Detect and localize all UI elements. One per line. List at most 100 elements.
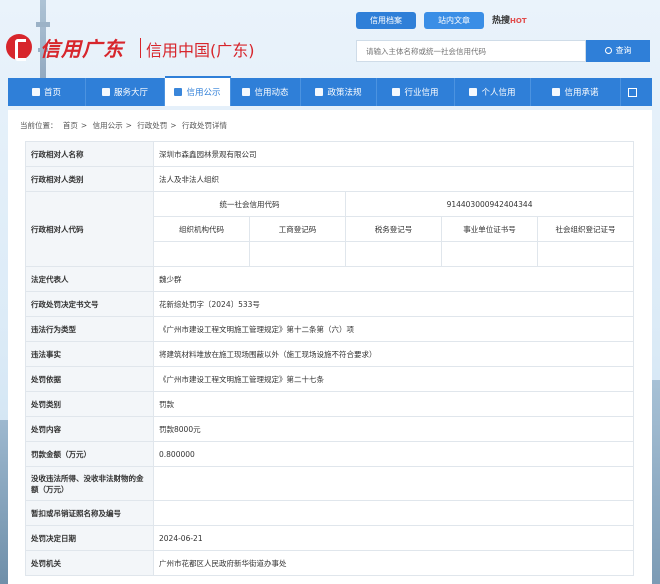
breadcrumb-prefix: 当前位置： [20, 121, 58, 130]
breadcrumb-separator: > [80, 121, 88, 130]
penalty-category-value: 罚款 [152, 391, 635, 417]
search-box [356, 40, 586, 62]
nav-label: 首页 [43, 88, 61, 98]
field-label: 行政相对人名称 [25, 141, 154, 167]
logo-divider [140, 38, 141, 58]
main-nav: 首页 服务大厅 信用公示 信用动态 政策法规 行业信用 个人信用 信用承诺 [8, 76, 652, 106]
biz-reg-value [249, 241, 346, 267]
decision-doc-no-value: 花新综处罚字〔2024〕533号 [152, 291, 635, 317]
violation-type-value: 《广州市建设工程文明施工管理规定》第十二条第（六）项 [152, 316, 635, 342]
breadcrumb-link-penalty[interactable]: 行政处罚 [137, 121, 167, 130]
penalty-basis-value: 《广州市建设工程文明施工管理规定》第二十七条 [152, 366, 635, 392]
table-row: 违法行为类型 《广州市建设工程文明施工管理规定》第十二条第（六）项 [25, 316, 635, 342]
table-row: 处罚决定日期 2024-06-21 [25, 525, 635, 551]
document-icon [174, 88, 183, 96]
search-icon [604, 47, 612, 54]
table-row: 行政相对人类别 法人及非法人组织 [25, 166, 635, 192]
field-label: 处罚机关 [25, 550, 154, 576]
subject-type-value: 法人及非法人组织 [152, 166, 635, 192]
field-label: 行政相对人代码 [25, 191, 154, 267]
nav-item-policies[interactable]: 政策法规 [301, 78, 377, 106]
logo-title[interactable]: 信用中国(广东) [146, 37, 255, 61]
table-row: 行政处罚决定书文号 花新综处罚字〔2024〕533号 [25, 291, 635, 317]
search-button-label: 查询 [615, 46, 632, 55]
table-row: 处罚类别 罚款 [25, 391, 635, 417]
user-icon [469, 88, 478, 96]
table-row: 法定代表人 魏少群 [25, 266, 635, 292]
field-label: 处罚类别 [25, 391, 154, 417]
legal-rep-value: 魏少群 [152, 266, 635, 292]
logo-icon[interactable] [6, 34, 32, 61]
field-label: 行政相对人类别 [25, 166, 154, 192]
confiscation-amount-value [152, 466, 635, 501]
decision-date-value: 2024-06-21 [152, 525, 635, 551]
field-label: 处罚决定日期 [25, 525, 154, 551]
hot-search-label: 热搜 [492, 16, 511, 26]
inst-cert-value [441, 241, 538, 267]
site-header: 信用广东 信用中国(广东) 信用档案 站内文章 热搜HOT 查询 [0, 0, 660, 78]
content-panel: 当前位置： 首页 > 信用公示 > 行政处罚 > 行政处罚详情 行政相对人名称 深圳市… [8, 110, 652, 584]
field-label: 违法事实 [25, 341, 154, 367]
tax-reg-value [345, 241, 442, 267]
tab-site-articles[interactable]: 站内文章 [424, 12, 484, 29]
grid-icon [101, 88, 110, 96]
subject-name-value: 深圳市森鑫园林景观有限公司 [152, 141, 635, 167]
breadcrumb-link-credit-publicity[interactable]: 信用公示 [93, 121, 123, 130]
nav-item-industry-credit[interactable]: 行业信用 [377, 78, 455, 106]
nav-label: 信用承诺 [564, 88, 599, 98]
nav-label: 行业信用 [404, 88, 439, 98]
field-label: 暂扣或吊销证照名称及编号 [25, 500, 154, 526]
hot-search-link[interactable]: 热搜HOT [492, 13, 527, 26]
table-row: 违法事实 将建筑材料堆放在施工现场围蔽以外（施工现场设施不符合要求） [25, 341, 635, 367]
breadcrumb-separator: > [170, 121, 177, 130]
book-icon [315, 88, 324, 96]
table-row: 行政相对人代码 统一社会信用代码 914403000942404344 [25, 191, 635, 267]
uscc-value: 914403000942404344 [344, 191, 635, 217]
nav-item-credit-publicity[interactable]: 信用公示 [165, 76, 231, 106]
penalty-authority-value: 广州市花都区人民政府新华街道办事处 [152, 550, 635, 576]
breadcrumb-link-home[interactable]: 首页 [63, 121, 78, 130]
nav-expand-button[interactable] [621, 78, 643, 106]
logo-script[interactable]: 信用广东 [40, 33, 124, 62]
org-code-label: 组织机构代码 [153, 216, 250, 242]
social-org-value [536, 241, 635, 267]
org-code-value [153, 241, 250, 267]
nav-item-service-hall[interactable]: 服务大厅 [86, 78, 165, 106]
field-label: 行政处罚决定书文号 [25, 291, 154, 317]
shield-icon [552, 88, 561, 96]
table-row: 处罚机关 广州市花都区人民政府新华街道办事处 [25, 550, 635, 576]
nav-item-personal-credit[interactable]: 个人信用 [455, 78, 531, 106]
nav-label: 个人信用 [481, 88, 516, 98]
breadcrumb-separator: > [125, 121, 132, 130]
search-button[interactable]: 查询 [586, 40, 650, 62]
penalty-detail-table: 行政相对人名称 深圳市森鑫园林景观有限公司 行政相对人类别 法人及非法人组织 行… [25, 141, 635, 576]
field-label: 法定代表人 [25, 266, 154, 292]
table-row: 处罚依据 《广州市建设工程文明施工管理规定》第二十七条 [25, 366, 635, 392]
penalty-content-value: 罚款8000元 [152, 416, 635, 442]
field-label: 罚款金额（万元） [25, 441, 154, 467]
tax-reg-label: 税务登记号 [345, 216, 442, 242]
social-org-label: 社会组织登记证号 [536, 216, 635, 242]
search-mode-tabs: 信用档案 站内文章 [356, 12, 484, 29]
table-row: 行政相对人名称 深圳市森鑫园林景观有限公司 [25, 141, 635, 167]
license-revoke-value [152, 500, 635, 526]
fine-amount-value: 0.800000 [152, 441, 635, 467]
home-icon [31, 88, 40, 96]
nav-item-credit-commitment[interactable]: 信用承诺 [531, 78, 621, 106]
hot-badge: HOT [510, 17, 527, 25]
search-input[interactable] [357, 41, 585, 61]
biz-reg-label: 工商登记码 [249, 216, 346, 242]
nav-item-credit-news[interactable]: 信用动态 [231, 78, 301, 106]
building-icon [392, 88, 401, 96]
breadcrumb: 当前位置： 首页 > 信用公示 > 行政处罚 > 行政处罚详情 [20, 120, 230, 131]
nav-label: 信用公示 [186, 88, 221, 98]
nav-label: 信用动态 [254, 88, 289, 98]
news-icon [242, 88, 251, 96]
nav-item-home[interactable]: 首页 [8, 78, 86, 106]
nav-label: 服务大厅 [113, 88, 148, 98]
tab-credit-archive[interactable]: 信用档案 [356, 12, 416, 29]
inst-cert-label: 事业单位证书号 [441, 216, 538, 242]
uscc-label: 统一社会信用代码 [153, 191, 346, 217]
violation-fact-value: 将建筑材料堆放在施工现场围蔽以外（施工现场设施不符合要求） [152, 341, 635, 367]
nav-label: 政策法规 [327, 88, 362, 98]
